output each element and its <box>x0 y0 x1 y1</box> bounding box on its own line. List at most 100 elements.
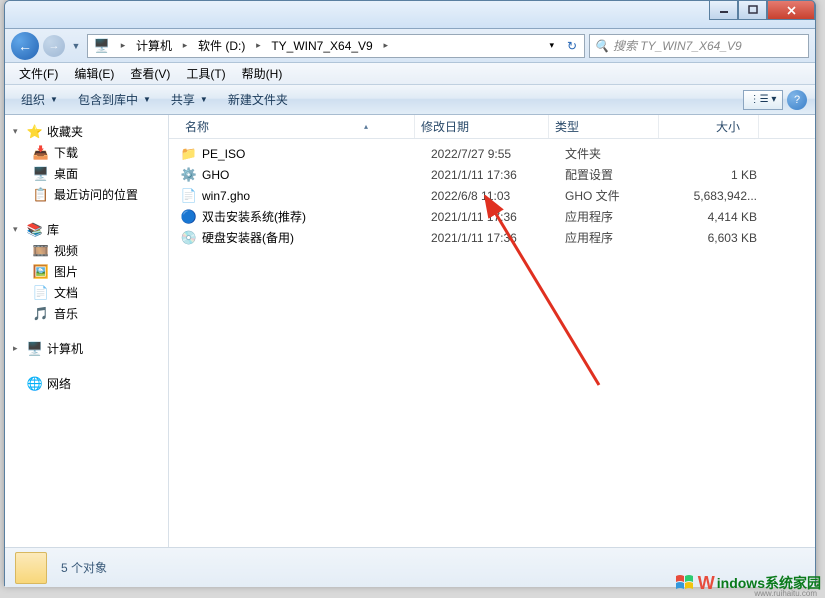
network-icon: 🌐 <box>27 376 43 392</box>
computer-icon: 🖥️ <box>94 38 110 54</box>
history-dropdown[interactable]: ▼ <box>69 36 83 56</box>
view-options-button[interactable]: ⋮☰ ▾ <box>743 90 783 110</box>
sidebar-downloads[interactable]: 📥下载 <box>5 142 168 163</box>
sidebar-pictures[interactable]: 🖼️图片 <box>5 261 168 282</box>
address-bar[interactable]: 🖥️ ▸ 计算机 ▸ 软件 (D:) ▸ TY_WIN7_X64_V9 ▸ ▾ … <box>87 34 585 58</box>
chevron-down-icon: ▼ <box>200 95 208 104</box>
file-date: 2021/1/11 17:36 <box>431 168 565 182</box>
file-row[interactable]: 🔵双击安装系统(推荐)2021/1/11 17:36应用程序4,414 KB <box>169 206 815 227</box>
file-type: 应用程序 <box>565 208 675 225</box>
file-size: 4,414 KB <box>675 210 775 224</box>
file-size: 6,603 KB <box>675 231 775 245</box>
breadcrumb-computer[interactable]: 计算机 <box>130 35 178 57</box>
minimize-button[interactable] <box>709 0 738 20</box>
sidebar-music[interactable]: 🎵音乐 <box>5 303 168 324</box>
sidebar-videos[interactable]: 🎞️视频 <box>5 240 168 261</box>
file-list: 📁 PE_ISO 2022/7/27 9:55文件夹 ⚙️ GHO 2021/1/11 1… <box>169 139 815 252</box>
file-name: GHO <box>202 168 229 182</box>
chevron-right-icon[interactable]: ▸ <box>379 40 393 51</box>
file-icon: ⚙️ <box>181 167 197 183</box>
menu-bar: 文件(F) 编辑(E) 查看(V) 工具(T) 帮助(H) <box>5 63 815 85</box>
file-row[interactable]: 📄 win7.gho 2022/6/8 11:03GHO 文件5,683,942..… <box>169 185 815 206</box>
file-list-pane: 名称▴ 修改日期 类型 大小 📁 PE_ISO 2022/7/27 9:55文件夹 ⚙… <box>169 115 815 547</box>
favorites-group[interactable]: ▾⭐收藏夹 <box>5 121 168 142</box>
back-button[interactable]: ← <box>11 32 39 60</box>
libraries-group[interactable]: ▾📚库 <box>5 219 168 240</box>
chevron-down-icon: ▼ <box>143 95 151 104</box>
chevron-right-icon[interactable]: ▸ <box>178 40 192 51</box>
sidebar-documents[interactable]: 📄文档 <box>5 282 168 303</box>
file-row[interactable]: ⚙️ GHO 2021/1/11 17:36配置设置1 KB <box>169 164 815 185</box>
file-date: 2022/6/8 11:03 <box>431 189 565 203</box>
item-count: 5 个对象 <box>61 559 107 576</box>
navigation-bar: ← → ▼ 🖥️ ▸ 计算机 ▸ 软件 (D:) ▸ TY_WIN7_X64_V… <box>5 29 815 63</box>
menu-view[interactable]: 查看(V) <box>122 63 178 84</box>
file-date: 2021/1/11 17:36 <box>431 210 565 224</box>
share-button[interactable]: 共享▼ <box>163 89 216 110</box>
sidebar-desktop[interactable]: 🖥️桌面 <box>5 163 168 184</box>
menu-help[interactable]: 帮助(H) <box>234 63 291 84</box>
chevron-right-icon[interactable]: ▸ <box>116 40 130 51</box>
navigation-pane[interactable]: ▾⭐收藏夹 📥下载 🖥️桌面 📋最近访问的位置 ▾📚库 🎞️视频 🖼️图片 📄文… <box>5 115 169 547</box>
organize-button[interactable]: 组织▼ <box>13 89 66 110</box>
column-type[interactable]: 类型 <box>549 115 659 138</box>
file-name: 双击安装系统(推荐) <box>202 208 306 225</box>
download-icon: 📥 <box>33 145 49 161</box>
menu-edit[interactable]: 编辑(E) <box>66 63 122 84</box>
file-size: 1 KB <box>675 168 775 182</box>
watermark-url: www.ruihaitu.com <box>754 589 817 598</box>
collapse-icon: ▾ <box>13 224 23 235</box>
library-icon: 📚 <box>27 222 43 238</box>
chevron-right-icon[interactable]: ▸ <box>251 40 265 51</box>
new-folder-button[interactable]: 新建文件夹 <box>220 89 296 110</box>
document-icon: 📄 <box>33 285 49 301</box>
desktop-icon: 🖥️ <box>33 166 49 182</box>
file-row[interactable]: 💿硬盘安装器(备用)2021/1/11 17:36应用程序6,603 KB <box>169 227 815 248</box>
picture-icon: 🖼️ <box>33 264 49 280</box>
body: ▾⭐收藏夹 📥下载 🖥️桌面 📋最近访问的位置 ▾📚库 🎞️视频 🖼️图片 📄文… <box>5 115 815 547</box>
command-bar: 组织▼ 包含到库中▼ 共享▼ 新建文件夹 ⋮☰ ▾ ? <box>5 85 815 115</box>
sidebar-recent[interactable]: 📋最近访问的位置 <box>5 184 168 205</box>
network-group[interactable]: 🌐网络 <box>5 373 168 394</box>
column-headers: 名称▴ 修改日期 类型 大小 <box>169 115 815 139</box>
expand-icon: ▸ <box>13 343 23 354</box>
menu-file[interactable]: 文件(F) <box>11 63 66 84</box>
file-type: 文件夹 <box>565 145 675 162</box>
column-date[interactable]: 修改日期 <box>415 115 549 138</box>
file-type: 配置设置 <box>565 166 675 183</box>
search-placeholder: 搜索 TY_WIN7_X64_V9 <box>613 37 742 54</box>
file-name: PE_ISO <box>202 147 245 161</box>
explorer-window: ← → ▼ 🖥️ ▸ 计算机 ▸ 软件 (D:) ▸ TY_WIN7_X64_V… <box>4 0 816 586</box>
breadcrumb-folder[interactable]: TY_WIN7_X64_V9 <box>265 35 378 57</box>
titlebar[interactable] <box>5 1 815 29</box>
menu-tools[interactable]: 工具(T) <box>178 63 233 84</box>
file-type: GHO 文件 <box>565 187 675 204</box>
column-size[interactable]: 大小 <box>659 115 759 138</box>
file-type: 应用程序 <box>565 229 675 246</box>
maximize-button[interactable] <box>738 0 767 20</box>
sort-indicator-icon: ▴ <box>364 122 368 131</box>
file-date: 2021/1/11 17:36 <box>431 231 565 245</box>
forward-button[interactable]: → <box>43 35 65 57</box>
search-input[interactable]: 🔍 搜索 TY_WIN7_X64_V9 <box>589 34 809 58</box>
file-size: 5,683,942... <box>675 189 775 203</box>
file-name: 硬盘安装器(备用) <box>202 229 294 246</box>
file-name: win7.gho <box>202 189 250 203</box>
breadcrumb-icon[interactable]: 🖥️ <box>88 35 116 57</box>
close-button[interactable] <box>767 0 815 20</box>
address-dropdown[interactable]: ▾ <box>543 35 560 57</box>
file-icon: 📄 <box>181 188 197 204</box>
breadcrumb-drive[interactable]: 软件 (D:) <box>192 35 251 57</box>
help-button[interactable]: ? <box>787 90 807 110</box>
column-name[interactable]: 名称▴ <box>169 115 415 138</box>
chevron-down-icon: ▼ <box>50 95 58 104</box>
file-date: 2022/7/27 9:55 <box>431 147 565 161</box>
recent-icon: 📋 <box>33 187 49 203</box>
file-row[interactable]: 📁 PE_ISO 2022/7/27 9:55文件夹 <box>169 143 815 164</box>
computer-group[interactable]: ▸🖥️计算机 <box>5 338 168 359</box>
music-icon: 🎵 <box>33 306 49 322</box>
file-icon: 📁 <box>181 146 197 162</box>
include-library-button[interactable]: 包含到库中▼ <box>70 89 159 110</box>
refresh-button[interactable]: ↻ <box>560 39 584 53</box>
folder-large-icon <box>15 552 47 584</box>
